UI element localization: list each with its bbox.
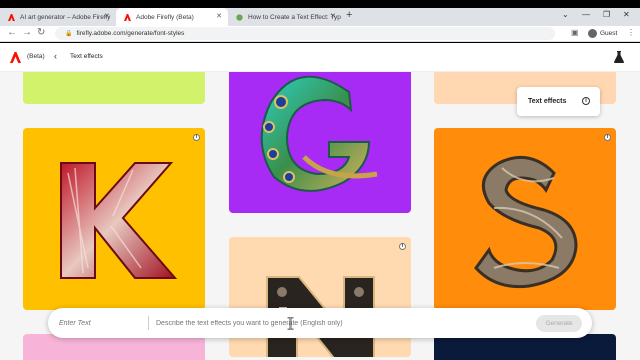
text-cursor-icon — [287, 317, 294, 330]
text-effects-tooltip: Text effects i — [517, 87, 600, 116]
info-icon[interactable]: i — [399, 243, 406, 250]
wood-letter-s-image — [474, 155, 578, 289]
prompt-bar: Generate — [48, 308, 592, 338]
address-bar: ← → ↻ 🔒 firefly.adobe.com/generate/font-… — [0, 26, 640, 42]
close-tab-icon[interactable]: ✕ — [104, 12, 110, 20]
tab-search-icon[interactable]: ⌄ — [562, 10, 569, 19]
menu-kebab-icon[interactable]: ⋮ — [627, 28, 635, 37]
sidebar-icon[interactable]: ▣ — [571, 28, 579, 37]
info-icon[interactable]: i — [193, 134, 200, 141]
adobe-favicon-icon — [124, 13, 131, 21]
peacock-letter-g-image — [260, 75, 378, 192]
tab-title: How to Create a Text Effect: Typ — [248, 13, 341, 21]
tab-title: Adobe Firefly (Beta) — [136, 13, 194, 21]
tooltip-label: Text effects — [528, 98, 567, 105]
divider — [148, 316, 149, 330]
tab-adobe-firefly[interactable]: Adobe Firefly (Beta) ✕ — [116, 8, 228, 26]
reload-icon[interactable]: ↻ — [37, 27, 45, 38]
url-field[interactable]: 🔒 firefly.adobe.com/generate/font-styles — [55, 27, 555, 40]
gallery-card-s-wood[interactable]: i — [434, 128, 616, 310]
tab-ai-art-generator[interactable]: AI art generator – Adobe Firefly ✕ — [0, 8, 116, 26]
profile-label: Guest — [600, 30, 618, 37]
adobe-favicon-icon — [8, 13, 15, 21]
back-chevron-icon[interactable]: ‹ — [54, 51, 57, 61]
flask-icon[interactable] — [614, 51, 624, 63]
window-close-icon[interactable]: ✕ — [623, 10, 630, 19]
gallery-card-blank-lime[interactable] — [23, 72, 205, 104]
minimize-icon[interactable]: — — [582, 10, 590, 19]
forward-arrow-icon[interactable]: → — [22, 27, 32, 38]
fur-letter-k-image — [60, 162, 178, 279]
effect-description-input[interactable] — [156, 316, 516, 330]
adobe-logo-icon[interactable] — [10, 52, 21, 63]
gallery-card-k-fur[interactable]: i — [23, 128, 205, 310]
close-tab-icon[interactable]: ✕ — [216, 12, 222, 20]
profile-button[interactable]: Guest — [588, 29, 617, 38]
beta-label: (Beta) — [27, 53, 45, 60]
info-icon[interactable]: i — [604, 134, 611, 141]
back-arrow-icon[interactable]: ← — [7, 27, 17, 38]
gallery: i i i Text effects i Enter Text Describe… — [0, 72, 640, 360]
metal-letter-n-image — [266, 276, 375, 357]
tab-bar: AI art generator – Adobe Firefly ✕ Adobe… — [0, 8, 640, 26]
avatar-icon — [588, 29, 597, 38]
restore-icon[interactable]: ❐ — [603, 10, 610, 19]
app-header: (Beta) ‹ Text effects — [0, 43, 640, 72]
leaf-favicon-icon — [236, 13, 243, 21]
generate-button[interactable]: Generate — [536, 315, 582, 332]
browser-window: AI art generator – Adobe Firefly ✕ Adobe… — [0, 0, 640, 360]
close-tab-icon[interactable]: ✕ — [330, 12, 336, 20]
info-icon[interactable]: i — [582, 97, 590, 105]
lock-icon: 🔒 — [65, 31, 73, 37]
gallery-card-g-peacock[interactable] — [229, 72, 411, 213]
url-text: firefly.adobe.com/generate/font-styles — [76, 30, 185, 37]
gallery-card-n-metal[interactable]: i — [229, 237, 411, 357]
tab-how-to-create[interactable]: How to Create a Text Effect: Typ ✕ — [228, 8, 342, 26]
page-title: Text effects — [70, 53, 103, 60]
enter-text-input[interactable] — [59, 316, 139, 330]
tab-title: AI art generator – Adobe Firefly — [20, 13, 111, 21]
new-tab-icon[interactable]: + — [346, 9, 352, 21]
